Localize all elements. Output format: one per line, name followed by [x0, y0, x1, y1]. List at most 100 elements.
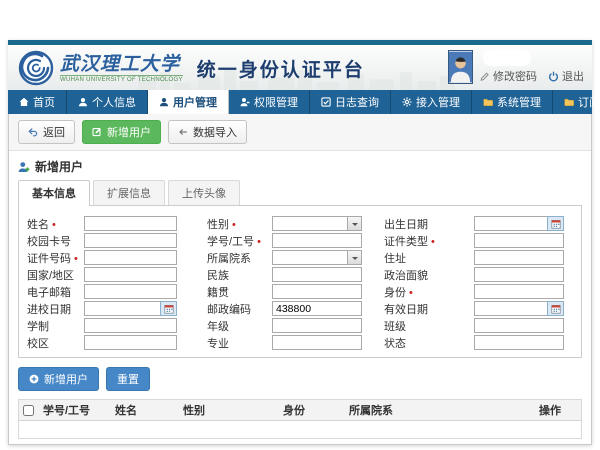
- nav-item-subscription-mgmt[interactable]: 订阅管理: [553, 90, 600, 114]
- brand: 武汉理工大学 WUHAN UNIVERSITY OF TECHNOLOGY 统一…: [18, 49, 365, 87]
- back-button[interactable]: 返回: [18, 120, 75, 144]
- nav-item-label: 系统管理: [497, 94, 541, 110]
- main-nav: 首页个人信息用户管理权限管理日志查询接入管理系统管理订阅管理: [8, 90, 592, 114]
- native-place-input[interactable]: [272, 284, 362, 299]
- enroll-date-label: 进校日期: [27, 301, 84, 317]
- calendar-icon[interactable]: [160, 301, 177, 316]
- department-select[interactable]: [272, 250, 362, 265]
- nav-item-log-query[interactable]: 日志查询: [310, 90, 391, 114]
- form-tabs: 基本信息扩展信息上传头像: [18, 180, 582, 206]
- student-id-label: 学号/工号•: [177, 233, 272, 249]
- log-icon: [321, 97, 331, 107]
- grade-input[interactable]: [272, 318, 362, 333]
- table-header-actions: 操作: [535, 400, 581, 421]
- enroll-date-input[interactable]: [84, 301, 160, 316]
- campus-input[interactable]: [84, 335, 177, 350]
- campus-card-label: 校园卡号: [27, 233, 84, 249]
- email-label: 电子邮箱: [27, 284, 84, 300]
- nav-item-permission-mgmt[interactable]: 权限管理: [229, 90, 310, 114]
- change-password-link[interactable]: 修改密码: [479, 68, 537, 84]
- address-input[interactable]: [474, 250, 564, 265]
- chevron-down-icon[interactable]: [347, 251, 361, 264]
- table-header-gender: 性别: [179, 400, 279, 421]
- avatar-photo-icon: [449, 51, 472, 83]
- id-number-label: 证件号码•: [27, 250, 84, 266]
- power-icon: [548, 71, 559, 82]
- ethnicity-label: 民族: [177, 267, 272, 283]
- student-id-input[interactable]: [272, 233, 362, 248]
- home-icon: [19, 97, 29, 107]
- nav-item-label: 日志查询: [335, 94, 379, 110]
- gender-select[interactable]: [272, 216, 362, 231]
- valid-date-label: 有效日期: [362, 301, 474, 317]
- avatar[interactable]: [448, 50, 473, 84]
- tab-extended-info[interactable]: 扩展信息: [93, 180, 165, 205]
- valid-date-input[interactable]: [474, 301, 547, 316]
- nav-item-user-mgmt[interactable]: 用户管理: [148, 90, 229, 114]
- data-import-button[interactable]: 数据导入: [168, 120, 247, 144]
- university-logo-icon: [18, 50, 54, 86]
- country-region-input[interactable]: [84, 267, 177, 282]
- required-marker: •: [409, 287, 413, 299]
- required-marker: •: [74, 253, 78, 265]
- id-number-input[interactable]: [84, 250, 177, 265]
- section-header: 新增用户: [9, 151, 591, 180]
- calendar-icon[interactable]: [547, 301, 564, 316]
- section-title: 新增用户: [35, 158, 83, 175]
- class-input[interactable]: [474, 318, 564, 333]
- postal-code-input[interactable]: [272, 301, 362, 316]
- status-input[interactable]: [474, 335, 564, 350]
- logout-link[interactable]: 退出: [548, 68, 584, 84]
- add-user-toolbar-button[interactable]: 新增用户: [82, 120, 161, 144]
- user-area: 修改密码 退出: [448, 50, 584, 84]
- table-header-row: 学号/工号姓名性别身份所属院系操作: [19, 400, 581, 421]
- submit-add-user-label: 新增用户: [44, 371, 88, 387]
- submit-add-user-button[interactable]: 新增用户: [18, 367, 99, 391]
- platform-title: 统一身份认证平台: [197, 55, 365, 82]
- chevron-down-icon[interactable]: [347, 217, 361, 230]
- university-name: 武汉理工大学: [60, 54, 183, 75]
- nav-item-label: 接入管理: [416, 94, 460, 110]
- table-header-checkbox-cell: [19, 400, 39, 421]
- ethnicity-input[interactable]: [272, 267, 362, 282]
- form-actions: 新增用户 重置: [18, 367, 582, 391]
- id-type-label: 证件类型•: [362, 233, 474, 249]
- email-input[interactable]: [84, 284, 177, 299]
- study-length-input[interactable]: [84, 318, 177, 333]
- header: 武汉理工大学 WUHAN UNIVERSITY OF TECHNOLOGY 统一…: [8, 45, 592, 90]
- table-header-department: 所属院系: [345, 400, 535, 421]
- major-label: 专业: [177, 335, 272, 351]
- name-input[interactable]: [84, 216, 177, 231]
- select-all-checkbox[interactable]: [23, 405, 34, 416]
- nav-item-access-mgmt[interactable]: 接入管理: [391, 90, 472, 114]
- nav-item-profile[interactable]: 个人信息: [67, 90, 148, 114]
- content: 返回 新增用户 数据导入 新增用户 基本信息扩: [8, 114, 592, 445]
- campus-label: 校区: [27, 335, 84, 351]
- birth-date-input[interactable]: [474, 216, 547, 231]
- native-place-label: 籍贯: [177, 284, 272, 300]
- change-password-label: 修改密码: [493, 68, 537, 84]
- nav-item-label: 权限管理: [254, 94, 298, 110]
- campus-card-input[interactable]: [84, 233, 177, 248]
- major-input[interactable]: [272, 335, 362, 350]
- import-arrow-icon: [178, 127, 188, 137]
- nav-item-system-mgmt[interactable]: 系统管理: [472, 90, 553, 114]
- data-import-label: 数据导入: [193, 124, 237, 140]
- birth-date-label: 出生日期: [362, 216, 474, 232]
- enroll-date-field: [84, 301, 177, 316]
- required-marker: •: [431, 236, 435, 248]
- nav-item-home[interactable]: 首页: [8, 90, 67, 114]
- calendar-icon[interactable]: [547, 216, 564, 231]
- reset-button[interactable]: 重置: [106, 367, 150, 391]
- add-user-icon: [18, 161, 30, 173]
- status-label: 状态: [362, 335, 474, 351]
- tab-basic-info[interactable]: 基本信息: [18, 180, 90, 206]
- id-type-input[interactable]: [474, 233, 564, 248]
- identity-input[interactable]: [474, 284, 564, 299]
- political-status-input[interactable]: [474, 267, 564, 282]
- gender-label: 性别•: [177, 216, 272, 232]
- back-button-label: 返回: [43, 124, 65, 140]
- country-region-label: 国家/地区: [27, 267, 84, 283]
- postal-code-label: 邮政编码: [177, 301, 272, 317]
- tab-upload-avatar[interactable]: 上传头像: [168, 180, 240, 205]
